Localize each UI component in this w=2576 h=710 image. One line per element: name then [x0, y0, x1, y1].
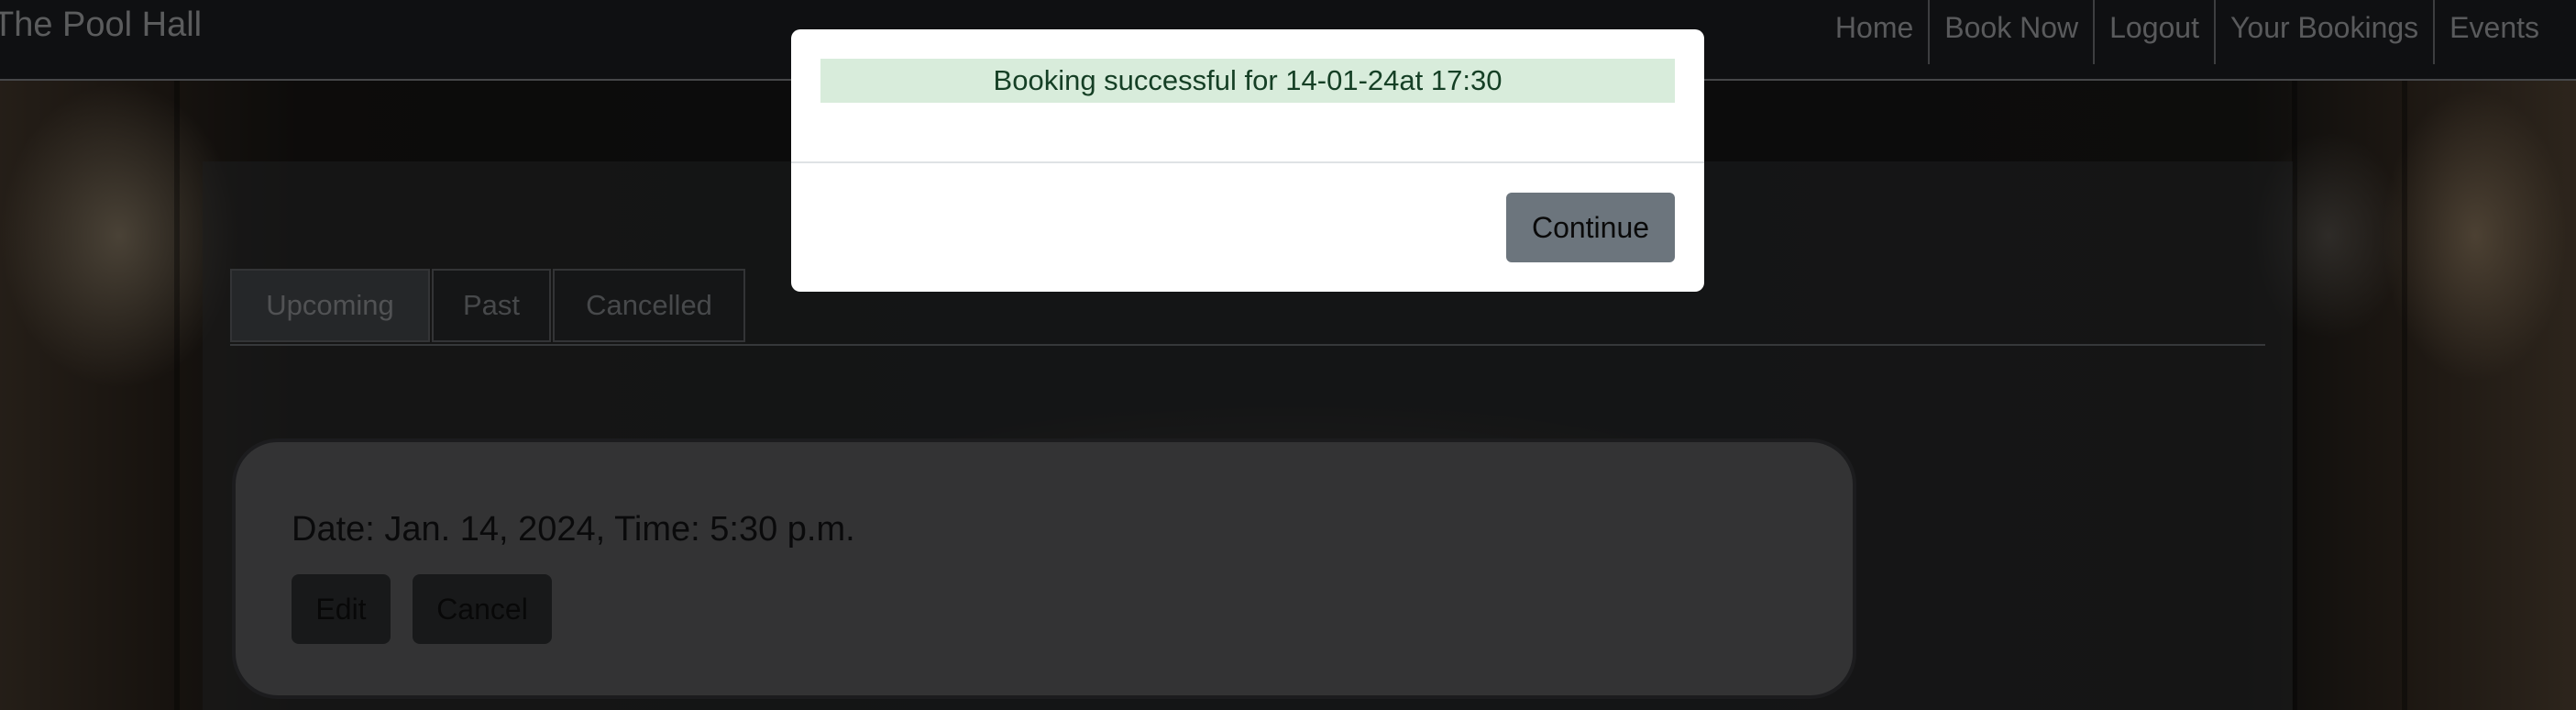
success-alert: Booking successful for 14-01-24at 17:30: [820, 59, 1675, 103]
modal-footer-divider: [791, 161, 1704, 163]
booking-confirmation-modal: Booking successful for 14-01-24at 17:30 …: [791, 29, 1704, 292]
continue-button[interactable]: Continue: [1506, 193, 1675, 262]
